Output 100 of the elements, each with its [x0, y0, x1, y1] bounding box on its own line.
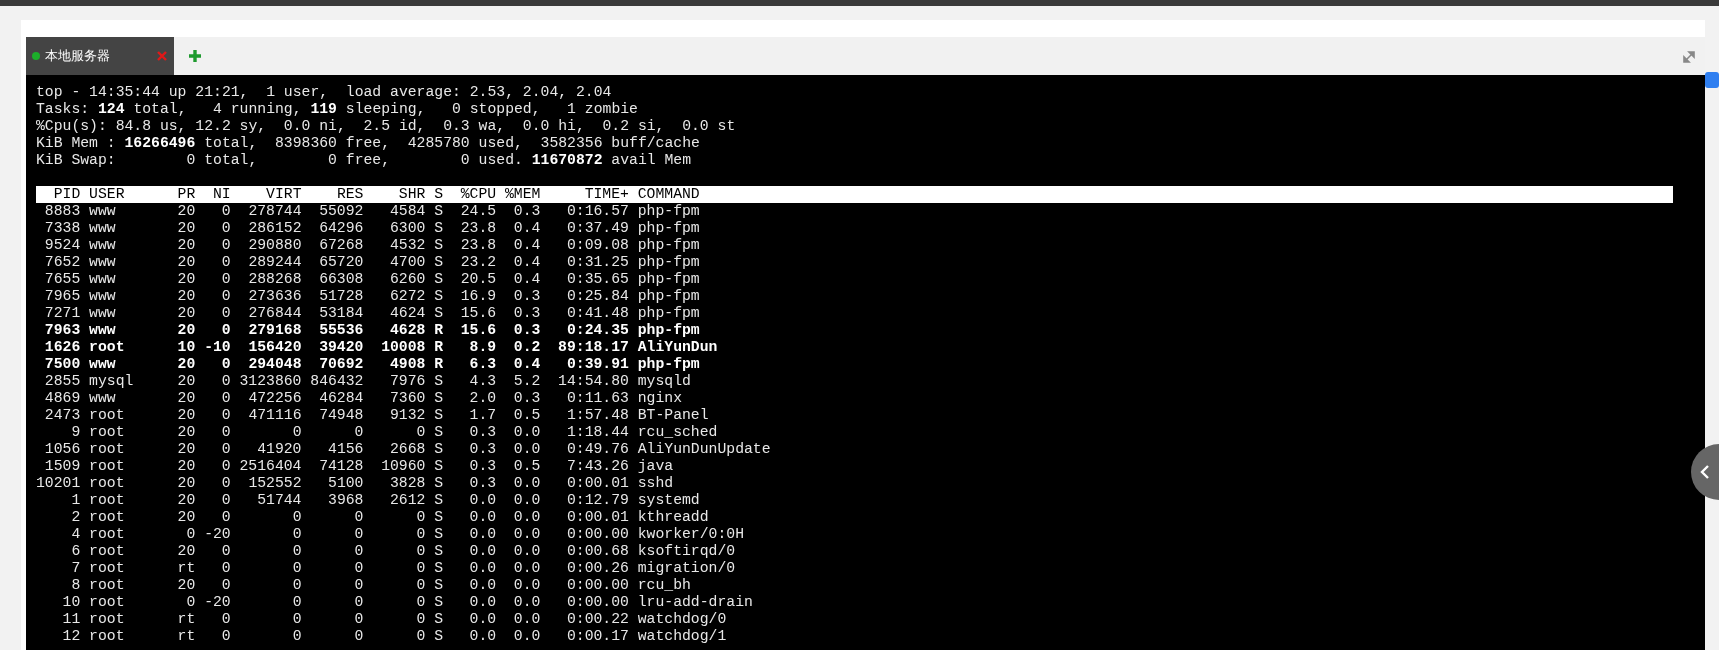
- table-cell-text: 0: [220, 424, 231, 441]
- table-cell-text: 0: [220, 305, 231, 322]
- table-cell-text: 0: [291, 594, 302, 611]
- table-cell-text: 472256: [247, 390, 302, 407]
- close-icon[interactable]: [156, 50, 168, 62]
- table-cell-text: 1509: [43, 458, 81, 475]
- table-cell-text: rt: [176, 611, 196, 628]
- table-cell-text: 20: [176, 475, 196, 492]
- table-cell-text: 0: [220, 441, 231, 458]
- add-tab-icon[interactable]: [188, 49, 202, 63]
- table-cell-text: 0:49.76: [565, 441, 629, 458]
- table-cell-text: 20: [176, 203, 196, 220]
- table-cell-text: 0.3: [468, 475, 497, 492]
- table-cell-text: 51744: [256, 492, 302, 509]
- table-cell-text: 20: [176, 271, 196, 288]
- table-cell-text: 10: [61, 594, 81, 611]
- table-cell-text: 0:00.17: [565, 628, 629, 645]
- session-tab[interactable]: 本地服务器: [26, 37, 174, 75]
- table-cell-text: php-fpm: [636, 322, 701, 339]
- table-cell-text: 20: [176, 220, 196, 237]
- table-cell-text: php-fpm: [636, 288, 701, 305]
- table-cell-text: 0: [415, 577, 426, 594]
- column-header: USER: [88, 186, 126, 203]
- table-cell-text: 0: [220, 475, 231, 492]
- table-cell-text: S: [433, 577, 444, 594]
- table-cell-text: S: [433, 288, 444, 305]
- table-cell-text: 20: [176, 254, 196, 271]
- fullscreen-icon[interactable]: [1681, 49, 1697, 65]
- table-cell-text: 0: [291, 560, 302, 577]
- table-cell-text: 10960: [380, 458, 426, 475]
- table-cell-text: 0:11.63: [565, 390, 629, 407]
- table-cell-text: kthreadd: [636, 509, 710, 526]
- summary-line: Tasks: 124 total, 4 running, 119 sleeping, 0 stopped, 1 zombie: [36, 101, 639, 118]
- table-cell-text: 278744: [247, 203, 302, 220]
- table-cell-text: www: [88, 288, 117, 305]
- table-cell-text: 0: [291, 424, 302, 441]
- table-cell-text: 0: [415, 424, 426, 441]
- table-cell-text: root: [88, 543, 126, 560]
- table-cell-text: 1626: [43, 339, 81, 356]
- table-cell-text: www: [88, 237, 117, 254]
- table-cell-text: 23.8: [459, 220, 497, 237]
- table-cell-text: S: [433, 560, 444, 577]
- table-cell-text: 7360: [389, 390, 426, 407]
- table-cell-text: 0:25.84: [565, 288, 629, 305]
- table-cell-text: S: [433, 628, 444, 645]
- table-cell-text: 0.0: [512, 577, 541, 594]
- table-cell-text: AliYunDunUpdate: [636, 441, 772, 458]
- table-cell-text: 0.4: [512, 271, 541, 288]
- table-cell-text: 20: [176, 356, 196, 373]
- table-cell-text: 24.5: [459, 203, 497, 220]
- table-cell-text: 0.0: [512, 509, 541, 526]
- table-cell-text: 0.0: [512, 492, 541, 509]
- table-cell-text: migration/0: [636, 560, 737, 577]
- table-cell-text: 846432: [309, 373, 364, 390]
- table-cell-text: 0.3: [512, 203, 541, 220]
- summary-line: KiB Swap: 0 total, 0 free, 0 used. 11670872 avail Mem: [36, 152, 692, 169]
- table-cell-text: 20: [176, 305, 196, 322]
- table-cell-text: 279168: [247, 322, 302, 339]
- table-cell-text: -10: [203, 339, 231, 356]
- table-cell-text: S: [433, 373, 444, 390]
- table-cell-text: 2516404: [238, 458, 302, 475]
- table-cell-text: 20: [176, 407, 196, 424]
- table-cell-text: 0:00.00: [565, 526, 629, 543]
- table-cell-text: 0: [220, 373, 231, 390]
- table-cell-text: 20: [176, 237, 196, 254]
- table-cell-text: S: [433, 594, 444, 611]
- table-cell-text: S: [433, 305, 444, 322]
- table-cell-text: 65720: [318, 254, 364, 271]
- table-cell-text: 273636: [247, 288, 302, 305]
- table-cell-text: 3828: [389, 475, 426, 492]
- table-cell-text: root: [88, 628, 126, 645]
- table-cell-text: 0: [353, 611, 364, 628]
- table-cell-text: 64296: [318, 220, 364, 237]
- table-cell-text: root: [88, 458, 126, 475]
- column-header: PR: [176, 186, 196, 203]
- table-cell-text: 4156: [327, 441, 364, 458]
- table-cell-text: 11: [61, 611, 81, 628]
- table-cell-text: 0.0: [468, 509, 497, 526]
- table-cell-text: 0.0: [512, 611, 541, 628]
- table-cell-text: 471116: [247, 407, 302, 424]
- table-cell-text: 4.3: [468, 373, 497, 390]
- table-cell-text: php-fpm: [636, 220, 701, 237]
- table-cell-text: 46284: [318, 390, 364, 407]
- side-tab-icon[interactable]: [1705, 72, 1719, 88]
- table-cell-text: 0: [185, 526, 196, 543]
- table-cell-text: 4532: [389, 237, 426, 254]
- table-cell-text: ksoftirqd/0: [636, 543, 737, 560]
- table-cell-text: systemd: [636, 492, 701, 509]
- table-cell-text: S: [433, 237, 444, 254]
- table-cell-text: 0: [220, 220, 231, 237]
- table-cell-text: 2612: [389, 492, 426, 509]
- table-cell-text: kworker/0:0H: [636, 526, 745, 543]
- table-cell-text: 7:43.26: [565, 458, 629, 475]
- table-cell-text: 290880: [247, 237, 302, 254]
- table-cell-text: 12: [61, 628, 81, 645]
- table-cell-text: 7271: [43, 305, 81, 322]
- table-cell-text: 0.3: [512, 305, 541, 322]
- table-cell-text: 4628: [389, 322, 426, 339]
- table-cell-text: 8: [70, 577, 81, 594]
- table-cell-text: 8883: [43, 203, 81, 220]
